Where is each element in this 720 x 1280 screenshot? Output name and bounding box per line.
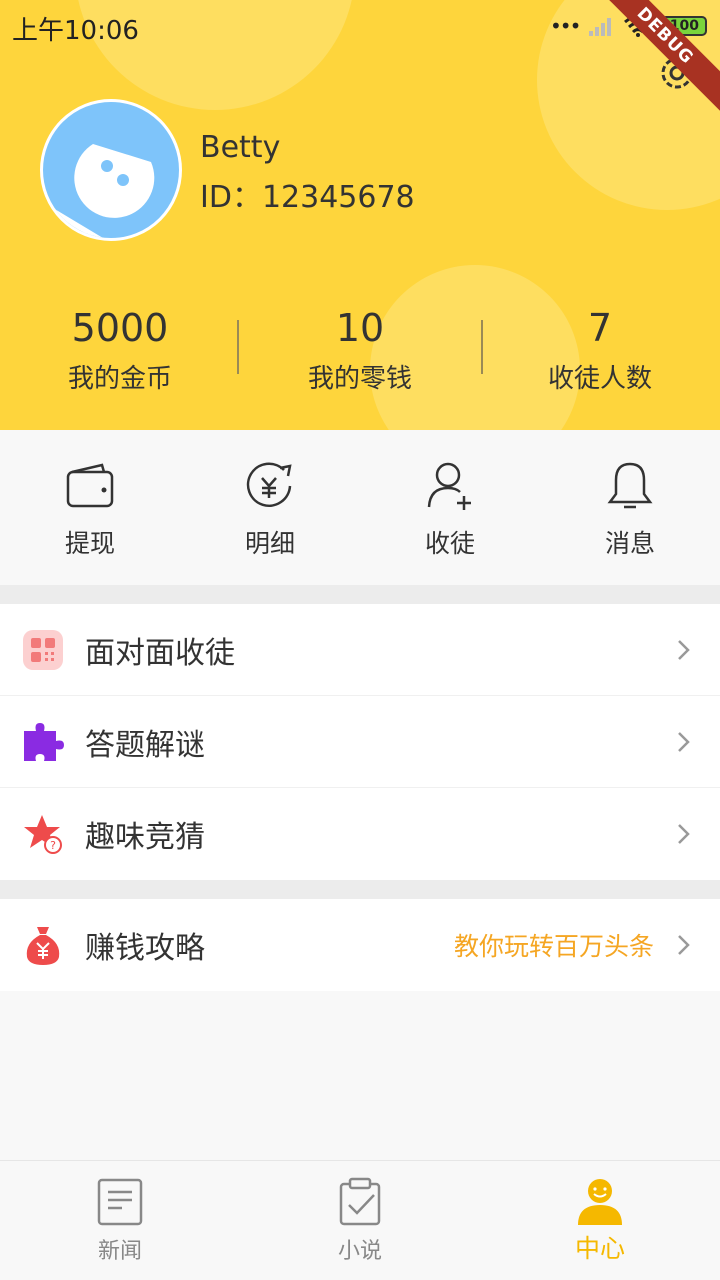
- menu-label: 答题解谜: [85, 727, 205, 763]
- stat-disciples[interactable]: 7 收徒人数: [480, 300, 720, 400]
- chevron-right-icon: [678, 731, 690, 752]
- stat-value: 5000: [71, 306, 169, 350]
- action-label: 明细: [244, 529, 295, 558]
- stat-label: 收徒人数: [547, 364, 652, 394]
- svg-text:?: ?: [50, 839, 56, 852]
- quick-actions: 提现 明细 收徒 消息: [0, 430, 720, 585]
- yuan-history-icon: [246, 462, 292, 507]
- action-label: 收徒: [424, 529, 475, 558]
- nav-label: 小说: [337, 1239, 382, 1264]
- stat-label: 我的零钱: [307, 364, 412, 394]
- nav-tab-center[interactable]: 中心: [480, 1161, 720, 1280]
- user-center-icon: [578, 1179, 622, 1225]
- stat-label: 我的金币: [67, 364, 172, 394]
- stat-divider: [481, 320, 483, 374]
- nav-tab-news[interactable]: 新闻: [0, 1161, 240, 1280]
- nav-label: 中心: [574, 1234, 625, 1263]
- stat-value: 10: [335, 306, 385, 350]
- stat-divider: [237, 320, 239, 374]
- stats-row: 5000 我的金币 10 我的零钱 7 收徒人数: [0, 300, 720, 400]
- nav-label: 新闻: [97, 1239, 142, 1264]
- menu-label: 趣味竞猜: [85, 820, 205, 855]
- bell-icon: [607, 462, 653, 509]
- menu-list: 赚钱攻略 教你玩转百万头条: [0, 899, 720, 991]
- puzzle-icon: [22, 721, 64, 763]
- money-bag-icon: [22, 924, 64, 966]
- add-user-icon: [427, 462, 471, 510]
- profile-header: 上午10:06 ••• 100 DEBUG Betty ID：12345678 …: [0, 0, 720, 430]
- chevron-right-icon: [678, 639, 690, 660]
- menu-item-face-recruit[interactable]: 面对面收徒: [0, 604, 720, 696]
- action-messages[interactable]: 消息: [540, 430, 720, 585]
- menu-list: 面对面收徒 答题解谜 ? 趣味竞猜: [0, 604, 720, 880]
- nav-tab-novel[interactable]: 小说: [240, 1161, 480, 1280]
- username: Betty: [200, 130, 281, 165]
- avatar[interactable]: [40, 99, 182, 241]
- bottom-nav: 新闻 小说 中心: [0, 1160, 720, 1280]
- menu-label: 面对面收徒: [85, 635, 235, 671]
- smiley-avatar-icon: [43, 144, 155, 238]
- status-time: 上午10:06: [12, 16, 139, 46]
- user-id: ID：12345678: [200, 180, 415, 215]
- action-withdraw[interactable]: 提现: [0, 430, 180, 585]
- menu-item-earning-guide[interactable]: 赚钱攻略 教你玩转百万头条: [0, 899, 720, 991]
- signal-icon: [589, 18, 612, 36]
- menu-item-puzzle[interactable]: 答题解谜: [0, 696, 720, 788]
- news-icon: [97, 1178, 143, 1226]
- star-question-icon: ?: [22, 813, 64, 855]
- action-label: 消息: [604, 529, 655, 558]
- stat-change[interactable]: 10 我的零钱: [240, 300, 480, 400]
- section-gap: [0, 880, 720, 899]
- menu-subtitle: 教你玩转百万头条: [453, 932, 654, 961]
- stat-coins[interactable]: 5000 我的金币: [0, 300, 240, 400]
- section-gap: [0, 585, 720, 604]
- more-dots-icon: •••: [550, 14, 581, 38]
- chevron-right-icon: [678, 824, 690, 844]
- qr-code-icon: [22, 629, 64, 671]
- action-recruit[interactable]: 收徒: [360, 430, 540, 585]
- wallet-icon: [66, 463, 114, 508]
- menu-item-guess[interactable]: ? 趣味竞猜: [0, 788, 720, 880]
- menu-label: 赚钱攻略: [85, 931, 205, 966]
- status-bar: 上午10:06 ••• 100: [0, 0, 720, 52]
- action-label: 提现: [64, 529, 115, 558]
- novel-icon: [339, 1177, 381, 1226]
- stat-value: 7: [587, 306, 613, 350]
- chevron-right-icon: [678, 935, 690, 955]
- action-details[interactable]: 明细: [180, 430, 360, 585]
